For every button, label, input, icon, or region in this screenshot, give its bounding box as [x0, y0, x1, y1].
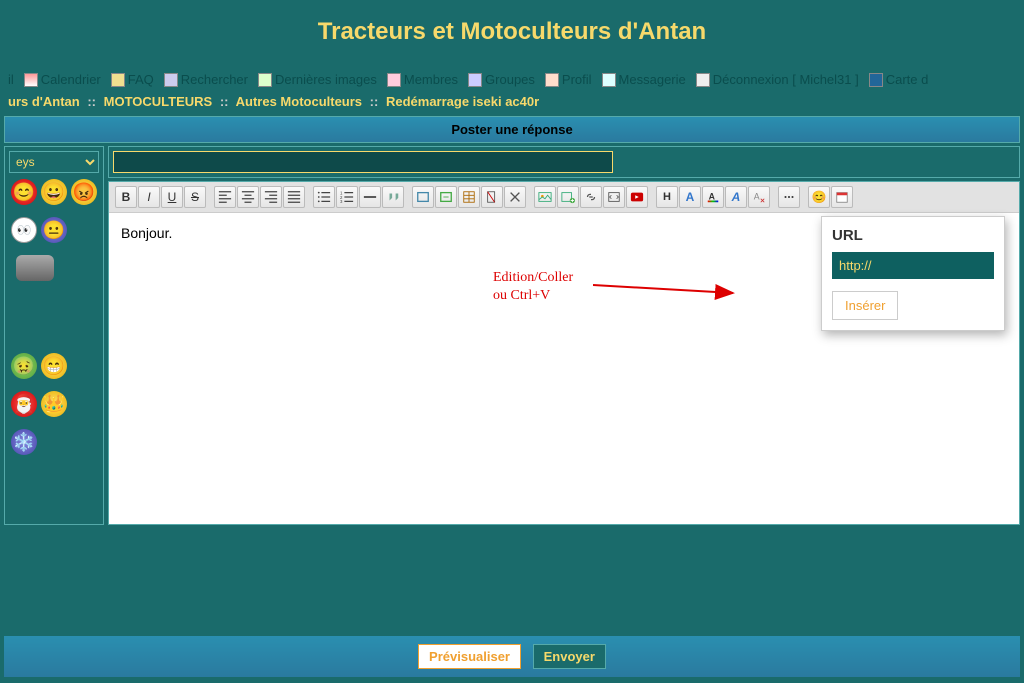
smiley-icon[interactable]: 😁 [41, 353, 67, 379]
nav-map[interactable]: Carte d [869, 72, 929, 87]
nav-members[interactable]: Membres [387, 72, 458, 87]
nav-logout[interactable]: Déconnexion [ Michel31 ] [696, 72, 859, 87]
site-title: Tracteurs et Motoculteurs d'Antan [0, 8, 1024, 68]
nav-images[interactable]: Dernières images [258, 72, 377, 87]
nav-groups[interactable]: Groupes [468, 72, 535, 87]
remove-format-button[interactable] [504, 186, 526, 208]
font-size-button[interactable]: A [679, 186, 701, 208]
italic-button[interactable]: I [138, 186, 160, 208]
smiley-icon[interactable]: 🎅 [11, 391, 37, 417]
list-ul-button[interactable] [313, 186, 335, 208]
embed-button[interactable] [603, 186, 625, 208]
post-reply-header: Poster une réponse [4, 116, 1020, 143]
calendar-icon [24, 73, 38, 87]
table-button[interactable] [458, 186, 480, 208]
nav-profile[interactable]: Profil [545, 72, 592, 87]
editor-toolbar: B I U S 123 [109, 182, 1019, 213]
breadcrumb-item[interactable]: Autres Motoculteurs [236, 94, 362, 109]
breadcrumb-item[interactable]: urs d'Antan [8, 94, 80, 109]
groups-icon [468, 73, 482, 87]
images-icon [258, 73, 272, 87]
image-upload-button[interactable] [557, 186, 579, 208]
map-icon [869, 73, 883, 87]
members-icon [387, 73, 401, 87]
url-popup-label: URL [832, 227, 994, 244]
url-insert-button[interactable]: Insérer [832, 291, 898, 320]
smileys-grid: 😊 😀 😡 👀 😐 🤢 😁 [9, 179, 99, 520]
editor-content: Bonjour. [121, 225, 172, 241]
more-button[interactable] [778, 186, 800, 208]
smiley-icon[interactable]: 😊 [11, 179, 37, 205]
breadcrumb: urs d'Antan :: MOTOCULTEURS :: Autres Mo… [0, 91, 1024, 112]
smiley-icon[interactable]: ❄️ [11, 429, 37, 455]
breadcrumb-item[interactable]: MOTOCULTEURS [104, 94, 213, 109]
annotation-text: Edition/Coller ou Ctrl+V [493, 269, 573, 305]
font-color-button[interactable]: A [702, 186, 724, 208]
smileys-sidebar: eys 😊 😀 😡 👀 😐 🤢 [4, 146, 104, 525]
breadcrumb-sep: :: [370, 94, 379, 109]
nav-messaging[interactable]: Messagerie [602, 72, 686, 87]
youtube-button[interactable] [626, 186, 648, 208]
code-button[interactable] [412, 186, 434, 208]
preview-button[interactable]: Prévisualiser [418, 644, 521, 669]
nav-faq[interactable]: FAQ [111, 72, 154, 87]
emoji-button[interactable]: 😊 [808, 186, 830, 208]
smiley-icon[interactable]: 👑 [41, 391, 67, 417]
smiley-icon[interactable]: 👀 [11, 217, 37, 243]
smiley-icon[interactable]: 🤢 [11, 353, 37, 379]
breadcrumb-sep: :: [87, 94, 96, 109]
svg-text:3: 3 [340, 199, 343, 204]
profile-icon [545, 73, 559, 87]
quote-button[interactable] [382, 186, 404, 208]
nav-calendar[interactable]: Calendrier [24, 72, 101, 87]
url-popup: URL Insérer [821, 216, 1005, 331]
clear-format-button[interactable]: A [748, 186, 770, 208]
footer: Prévisualiser Envoyer [0, 630, 1024, 683]
subject-bar [108, 146, 1020, 178]
nav-search[interactable]: Rechercher [164, 72, 248, 87]
align-justify-button[interactable] [283, 186, 305, 208]
smiley-icon[interactable]: 😡 [71, 179, 97, 205]
smiley-icon[interactable]: 😐 [41, 217, 67, 243]
hr-button[interactable] [359, 186, 381, 208]
main-nav: il Calendrier FAQ Rechercher Dernières i… [0, 68, 1024, 91]
svg-text:A: A [709, 192, 716, 202]
messaging-icon [602, 73, 616, 87]
subject-input[interactable] [113, 151, 613, 173]
nav-accueil[interactable]: il [8, 72, 14, 87]
bold-button[interactable]: B [115, 186, 137, 208]
send-button[interactable]: Envoyer [533, 644, 606, 669]
align-left-button[interactable] [214, 186, 236, 208]
breadcrumb-sep: :: [220, 94, 229, 109]
spoiler-button[interactable] [435, 186, 457, 208]
svg-text:A: A [754, 192, 760, 202]
align-center-button[interactable] [237, 186, 259, 208]
breadcrumb-item[interactable]: Redémarrage iseki ac40r [386, 94, 539, 109]
font-family-button[interactable]: A [725, 186, 747, 208]
align-right-button[interactable] [260, 186, 282, 208]
link-button[interactable] [580, 186, 602, 208]
hidden-button[interactable] [481, 186, 503, 208]
list-ol-button[interactable]: 123 [336, 186, 358, 208]
faq-icon [111, 73, 125, 87]
image-button[interactable] [534, 186, 556, 208]
logout-icon [696, 73, 710, 87]
date-button[interactable] [831, 186, 853, 208]
underline-button[interactable]: U [161, 186, 183, 208]
smileys-select[interactable]: eys [9, 151, 99, 173]
strike-button[interactable]: S [184, 186, 206, 208]
smiley-icon[interactable] [16, 255, 54, 281]
annotation-arrow-icon [593, 275, 753, 305]
url-input[interactable] [832, 252, 994, 279]
editor-box: B I U S 123 [108, 181, 1020, 525]
smiley-icon[interactable]: 😀 [41, 179, 67, 205]
headers-button[interactable]: H [656, 186, 678, 208]
search-icon [164, 73, 178, 87]
